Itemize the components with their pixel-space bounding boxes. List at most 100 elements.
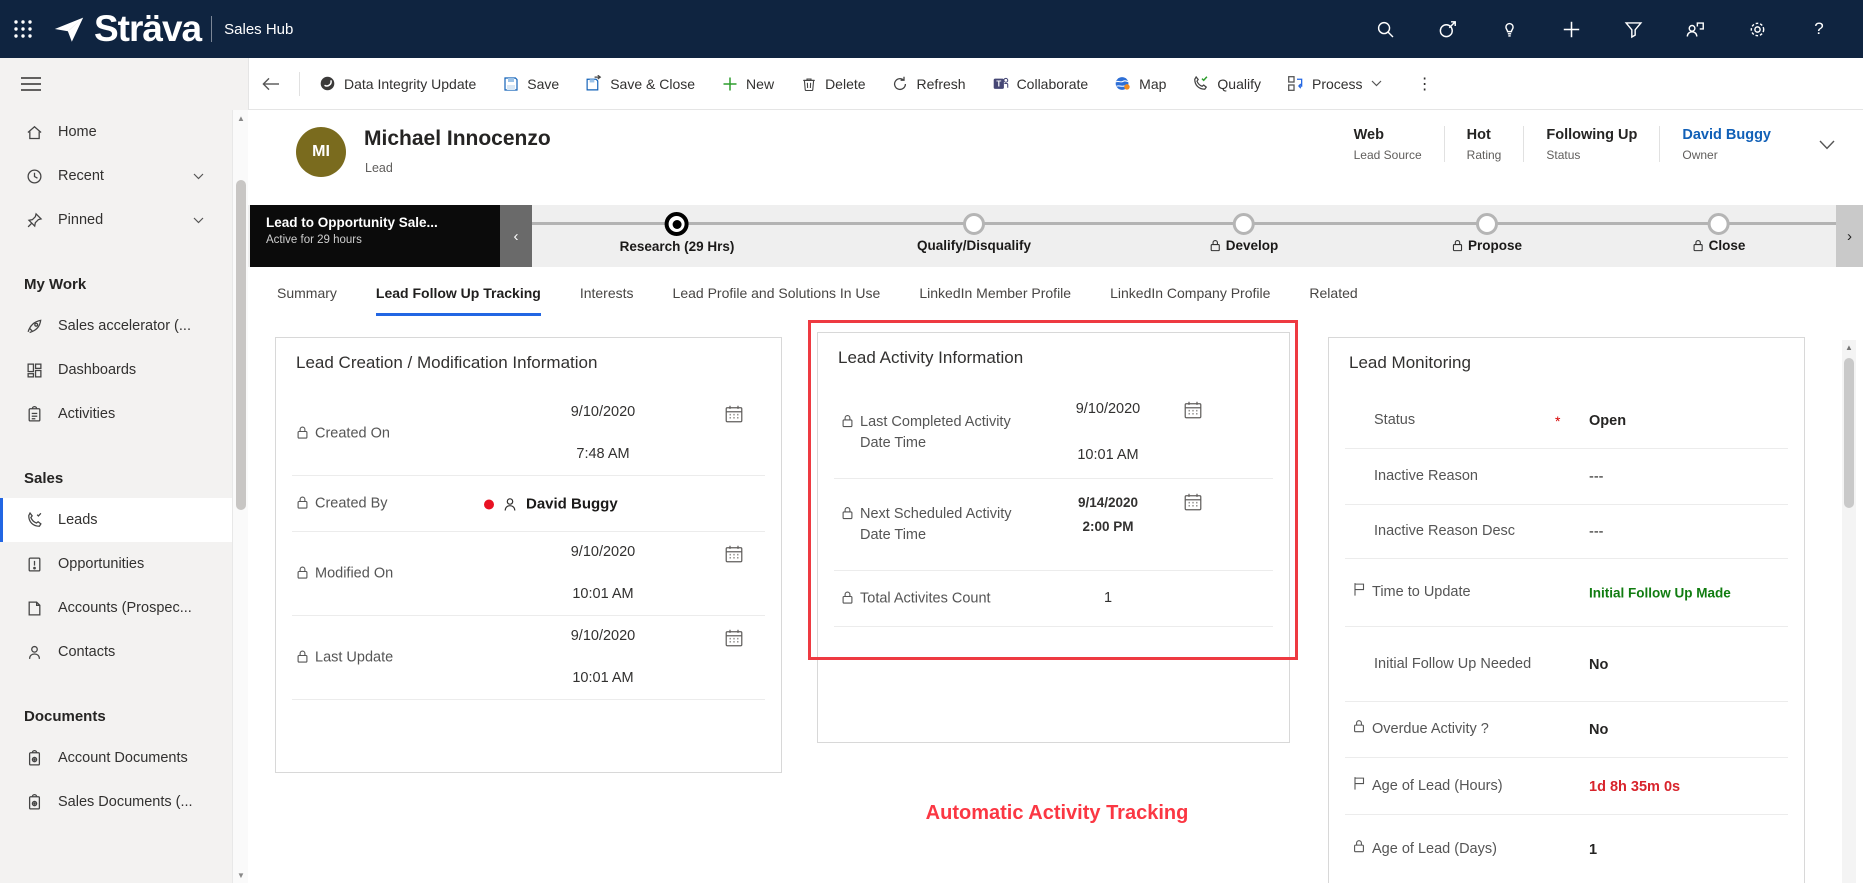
delete-button[interactable]: Delete: [787, 69, 878, 98]
refresh-button[interactable]: Refresh: [879, 69, 979, 98]
sidebar-item-pinned[interactable]: Pinned: [0, 198, 232, 242]
app-launcher-waffle-icon[interactable]: [0, 0, 46, 58]
bpf-next-chevron[interactable]: ›: [1836, 205, 1863, 267]
presence-busy-dot: [484, 499, 494, 509]
stage-dot[interactable]: [1707, 213, 1730, 235]
calendar-icon[interactable]: [1183, 400, 1203, 420]
date-value: 9/10/2020: [1075, 401, 1141, 417]
map-button[interactable]: Map: [1101, 69, 1179, 98]
filter-icon[interactable]: [1623, 19, 1643, 39]
scroll-up-arrow-icon[interactable]: ▲: [1842, 340, 1856, 354]
scroll-up-arrow-icon[interactable]: ▲: [233, 110, 249, 126]
tab-lead-follow-up-tracking[interactable]: Lead Follow Up Tracking: [375, 267, 541, 318]
field-label: Age of Lead (Days): [1372, 841, 1497, 858]
bpf-process-name: Lead to Opportunity Sale...: [266, 215, 438, 230]
created-by-lookup[interactable]: David Buggy: [484, 496, 618, 513]
calendar-icon[interactable]: [724, 544, 744, 564]
search-icon[interactable]: [1375, 19, 1395, 39]
field-row-inactive-reason: Inactive Reason ---: [1329, 449, 1804, 505]
chevron-down-icon[interactable]: [193, 217, 204, 224]
field-row-last-completed-activity: Last Completed Activity Date Time 9/10/2…: [818, 387, 1289, 479]
age-of-lead-hours-value: 1d 8h 35m 0s: [1589, 778, 1681, 795]
chevron-down-icon: [1371, 80, 1382, 87]
sitemap-toggle-icon[interactable]: [14, 68, 48, 100]
bpf-stage-close[interactable]: Close: [1693, 205, 1745, 253]
sidebar-item-leads[interactable]: Leads: [0, 498, 232, 542]
count-value: 1: [1103, 590, 1113, 606]
record-header: MI Michael Innocenzo Lead Web Lead Sourc…: [248, 110, 1863, 205]
sidebar-item-sales-documents[interactable]: Sales Documents (...: [0, 780, 232, 824]
form-scrollbar[interactable]: ▲: [1842, 340, 1856, 883]
sidebar-item-accounts[interactable]: Accounts (Prospec...: [0, 586, 232, 630]
header-expand-chevron-icon[interactable]: [1819, 140, 1835, 150]
sidebar-item-home[interactable]: Home: [0, 110, 232, 154]
field-label: Time to Update: [1372, 584, 1471, 601]
bpf-stage-propose[interactable]: Propose: [1452, 205, 1522, 253]
time-value: 2:00 PM: [1082, 519, 1134, 534]
process-button[interactable]: Process: [1274, 69, 1395, 98]
field-label: Last Update: [315, 649, 394, 666]
sidebar-item-opportunities[interactable]: Opportunities: [0, 542, 232, 586]
scroll-down-arrow-icon[interactable]: ▼: [233, 867, 249, 883]
sidebar-item-contacts[interactable]: Contacts: [0, 630, 232, 674]
sidebar-item-recent[interactable]: Recent: [0, 154, 232, 198]
save-and-close-button[interactable]: Save & Close: [572, 69, 708, 98]
compass-icon[interactable]: [1437, 19, 1457, 39]
command-bar-divider: [299, 71, 300, 96]
process-flow-icon: [1287, 75, 1304, 92]
time-value: 10:01 AM: [572, 670, 634, 686]
field-value: Following Up: [1546, 126, 1638, 143]
header-field-lead-source: Web Lead Source: [1332, 127, 1444, 162]
sidebar-item-label: Dashboards: [58, 362, 137, 378]
form-scrollbar-thumb[interactable]: [1844, 358, 1854, 508]
stage-dot[interactable]: [1233, 213, 1255, 235]
chevron-down-icon[interactable]: [193, 173, 204, 180]
help-icon[interactable]: ?: [1809, 19, 1829, 39]
field-label: Owner: [1682, 147, 1718, 162]
tab-interests[interactable]: Interests: [580, 267, 634, 318]
collaborate-button[interactable]: T Collaborate: [979, 69, 1102, 98]
stage-active-dot[interactable]: [665, 212, 689, 236]
field-value: ---: [1589, 469, 1604, 485]
sidebar-scrollbar-thumb[interactable]: [236, 180, 246, 510]
sidebar-item-sales-accelerator[interactable]: Sales accelerator (...: [0, 304, 232, 348]
sidebar-item-account-documents[interactable]: Account Documents: [0, 736, 232, 780]
time-value: 7:48 AM: [576, 446, 630, 462]
stage-dot[interactable]: [1475, 213, 1498, 235]
lightbulb-icon[interactable]: [1499, 19, 1519, 39]
tab-lead-profile-solutions[interactable]: Lead Profile and Solutions In Use: [673, 267, 881, 318]
calendar-icon[interactable]: [724, 404, 744, 424]
sidebar-item-label: Accounts (Prospec...: [58, 600, 192, 616]
user-frame-icon[interactable]: [1685, 19, 1705, 39]
command-overflow-button[interactable]: ⋮: [1407, 70, 1443, 98]
sidebar-item-activities[interactable]: Activities: [0, 392, 232, 436]
settings-gear-icon[interactable]: [1747, 19, 1767, 39]
data-integrity-update-button[interactable]: Data Integrity Update: [306, 69, 489, 98]
bpf-collapse-chevron[interactable]: ‹: [500, 205, 532, 267]
stage-dot[interactable]: [963, 213, 985, 235]
teams-icon: T: [992, 75, 1009, 92]
qualify-button[interactable]: Qualify: [1179, 69, 1274, 98]
header-field-owner: David Buggy Owner: [1660, 127, 1793, 162]
bpf-process-badge[interactable]: Lead to Opportunity Sale... Active for 2…: [250, 205, 500, 267]
save-button[interactable]: Save: [489, 69, 572, 98]
bpf-stage-develop[interactable]: Develop: [1210, 205, 1278, 253]
sidebar-item-label: Contacts: [58, 644, 116, 660]
bpf-stage-research[interactable]: Research (29 Hrs): [620, 205, 734, 254]
calendar-icon[interactable]: [1183, 492, 1203, 512]
back-button[interactable]: [249, 58, 293, 110]
tab-linkedin-company-profile[interactable]: LinkedIn Company Profile: [1110, 267, 1270, 318]
brand-logo[interactable]: Sträva: [52, 8, 202, 50]
tab-related[interactable]: Related: [1309, 267, 1357, 318]
calendar-icon[interactable]: [724, 628, 744, 648]
account-documents-icon: [26, 749, 43, 767]
bpf-stage-qualify-disqualify[interactable]: Qualify/Disqualify: [917, 205, 1031, 253]
sidebar-item-dashboards[interactable]: Dashboards: [0, 348, 232, 392]
sidebar-scrollbar[interactable]: ▲ ▼: [232, 110, 248, 883]
add-icon[interactable]: [1561, 19, 1581, 39]
owner-link[interactable]: David Buggy: [1682, 127, 1771, 143]
new-button[interactable]: New: [708, 69, 787, 98]
tab-summary[interactable]: Summary: [277, 267, 337, 318]
tab-linkedin-member-profile[interactable]: LinkedIn Member Profile: [919, 267, 1071, 318]
command-label: Qualify: [1217, 75, 1261, 92]
